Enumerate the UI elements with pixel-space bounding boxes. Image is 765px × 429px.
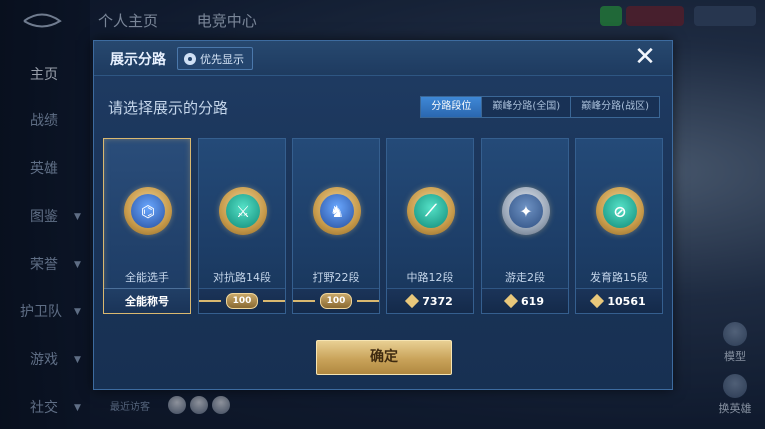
roam-emblem-icon: ✦ [502,187,550,235]
score-icon [503,293,519,309]
confirm-button[interactable]: 确定 [316,340,452,375]
lane-card-jungle[interactable]: ♞ 打野22段 100 [292,138,380,314]
rank-badge: 100 [319,293,353,309]
tab-lane-rank[interactable]: 分路段位 [421,97,482,117]
lane-card-mid[interactable]: ⟋ 中路12段 7372 [386,138,474,314]
mid-lane-emblem-icon: ⟋ [407,187,455,235]
wing-icon [357,300,379,302]
card-footer: 10561 [576,288,662,313]
card-footer: 全能称号 [104,288,190,313]
wing-icon [293,300,315,302]
dialog-title: 展示分路 [110,52,166,68]
score-value: 10561 [607,294,646,308]
card-name: 打野22段 [312,271,360,284]
score-value: 619 [521,294,544,308]
score-value: 7372 [422,294,453,308]
tab-peak-region[interactable]: 巅峰分路(战区) [570,97,659,117]
card-name: 游走2段 [505,271,545,284]
jungle-emblem-icon: ♞ [313,187,361,235]
card-footer: 100 [199,288,285,313]
card-name: 发育路15段 [590,271,648,284]
card-name: 中路12段 [406,271,454,284]
lane-card-roam[interactable]: ✦ 游走2段 619 [481,138,569,314]
card-footer: 7372 [387,288,473,313]
dialog-header: 展示分路 优先显示 ✕ [94,41,672,76]
lane-card-clash[interactable]: ⚔ 对抗路14段 100 [198,138,286,314]
priority-display-button[interactable]: 优先显示 [177,47,253,70]
wing-icon [263,300,285,302]
lane-display-dialog: 展示分路 优先显示 ✕ 请选择展示的分路 分路段位 巅峰分路(全国) 巅峰分路(… [93,40,673,390]
gear-icon [184,52,196,65]
lane-card-farm[interactable]: ⊘ 发育路15段 10561 [575,138,663,314]
close-icon[interactable]: ✕ [632,44,658,71]
clash-lane-emblem-icon: ⚔ [219,187,267,235]
priority-display-label: 优先显示 [200,52,244,66]
card-name: 对抗路14段 [213,271,271,284]
all-round-emblem-icon: ⌬ [124,187,172,235]
card-footer: 619 [482,288,568,313]
lane-tabs: 分路段位 巅峰分路(全国) 巅峰分路(战区) [420,96,660,118]
score-icon [590,293,605,309]
lane-card-all-round[interactable]: ⌬ 全能选手 全能称号 [103,138,191,314]
farm-lane-emblem-icon: ⊘ [596,187,644,235]
tab-peak-national[interactable]: 巅峰分路(全国) [481,97,571,117]
card-name: 全能选手 [125,271,169,284]
rank-badge: 100 [225,293,259,309]
wing-icon [199,300,221,302]
score-icon [405,293,420,309]
card-footer: 100 [293,288,379,313]
select-prompt: 请选择展示的分路 [108,99,229,117]
card-footer-text: 全能称号 [125,295,169,308]
